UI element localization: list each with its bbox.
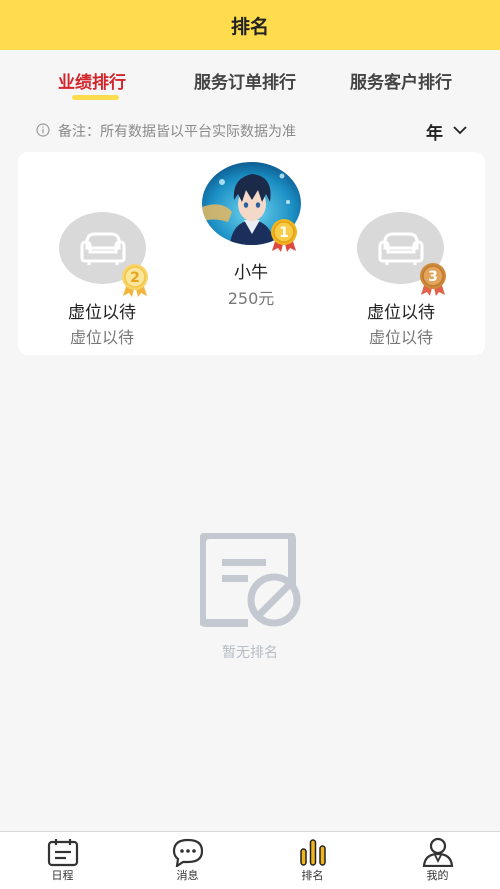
nav-label-messages: 消息 xyxy=(176,869,199,882)
third-place-value: 虚位以待 xyxy=(368,328,433,347)
first-place-name: 小牛 xyxy=(234,263,268,283)
first-place-value: 250元 xyxy=(227,289,275,308)
second-place-value: 虚位以待 xyxy=(69,328,134,347)
no-document-icon xyxy=(198,531,301,627)
note-row: 备注：所有数据皆以平台实际数据为准 年 xyxy=(0,116,500,144)
third-place-name: 虚位以待 xyxy=(367,303,435,323)
tab-service-order-ranking[interactable]: 服务订单排行 xyxy=(194,68,296,93)
chevron-down-icon[interactable] xyxy=(452,124,468,136)
nav-label-mine: 我的 xyxy=(426,869,449,882)
nav-label-schedule: 日程 xyxy=(51,869,74,882)
empty-state-text: 暂无排名 xyxy=(222,645,278,661)
period-selector[interactable]: 年 xyxy=(426,119,443,144)
tab-performance-ranking[interactable]: 业绩排行 xyxy=(58,68,126,93)
ranking-bars-icon xyxy=(300,839,326,866)
data-note: 备注：所有数据皆以平台实际数据为准 xyxy=(58,124,296,140)
active-tab-indicator xyxy=(72,95,119,100)
user-profile-icon xyxy=(422,837,454,867)
gold-medal-rank: 1 xyxy=(279,225,289,241)
ranking-tabs: 业绩排行 服务订单排行 服务客户排行 xyxy=(0,50,500,106)
gold-medal-icon: 1 xyxy=(271,219,297,252)
nav-item-schedule[interactable]: 日程 xyxy=(0,832,125,889)
silver-medal-icon: 2 xyxy=(122,264,148,297)
bronze-medal-icon: 3 xyxy=(420,263,446,296)
bottom-navigation: 日程 消息 排名 我的 xyxy=(0,831,500,889)
info-icon xyxy=(36,123,50,137)
nav-item-messages[interactable]: 消息 xyxy=(125,832,250,889)
nav-item-ranking[interactable]: 排名 xyxy=(250,832,375,889)
calendar-icon xyxy=(47,839,79,867)
podium-card: 2 虚位以待 虚位以待 1 小牛 250元 3 虚位以待 虚位以待 xyxy=(18,152,485,355)
second-place-name: 虚位以待 xyxy=(68,303,136,323)
page-title: 排名 xyxy=(230,15,269,38)
nav-label-ranking: 排名 xyxy=(301,869,324,882)
nav-item-mine[interactable]: 我的 xyxy=(375,832,500,889)
silver-medal-rank: 2 xyxy=(130,270,140,286)
sofa-icon xyxy=(80,232,126,265)
bronze-medal-rank: 3 xyxy=(428,269,438,285)
navigation-bar: 排名 xyxy=(0,0,500,50)
chat-bubble-icon xyxy=(172,838,204,867)
tab-service-customer-ranking[interactable]: 服务客户排行 xyxy=(350,68,452,93)
empty-state xyxy=(198,531,304,628)
